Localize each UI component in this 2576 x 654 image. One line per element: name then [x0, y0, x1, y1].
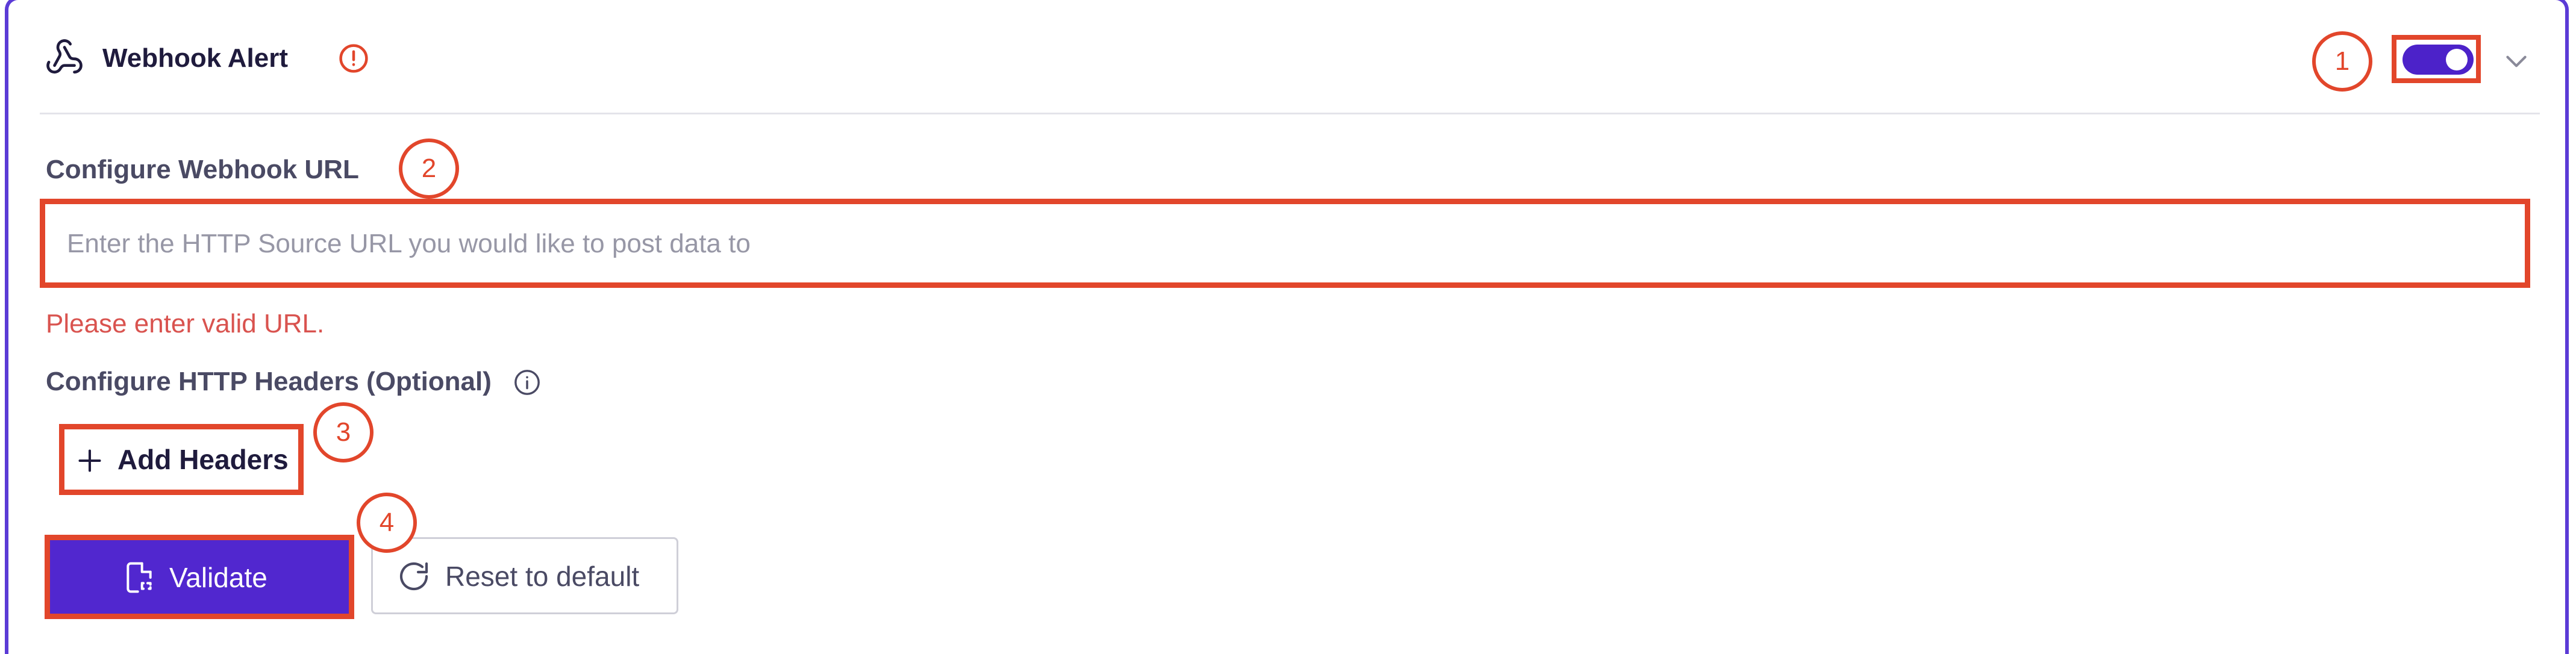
- callout-marker-4: 4: [357, 493, 417, 553]
- webhook-url-field[interactable]: [40, 199, 2530, 288]
- info-icon[interactable]: [513, 369, 541, 396]
- file-check-icon: [127, 562, 152, 593]
- toggle-track: [2402, 45, 2474, 75]
- chevron-down-icon[interactable]: [2501, 46, 2531, 76]
- callout-marker-1: 1: [2312, 31, 2372, 92]
- validate-button[interactable]: Validate: [45, 535, 354, 619]
- validate-label: Validate: [169, 562, 267, 593]
- add-headers-button[interactable]: Add Headers: [59, 424, 304, 495]
- alert-circle-icon: [339, 44, 368, 73]
- card-header: Webhook Alert: [40, 35, 2540, 114]
- plus-icon: [78, 449, 101, 472]
- refresh-icon: [399, 562, 428, 591]
- callout-marker-3: 3: [313, 402, 374, 462]
- url-error-message: Please enter valid URL.: [46, 309, 325, 338]
- callout-marker-2: 2: [399, 139, 459, 199]
- webhook-url-input[interactable]: [55, 211, 2513, 276]
- webhook-url-label: Configure Webhook URL: [46, 155, 359, 184]
- toggle-knob: [2446, 49, 2468, 70]
- webhook-icon: [46, 39, 83, 74]
- add-headers-label: Add Headers: [117, 444, 289, 475]
- enable-toggle[interactable]: [2392, 35, 2481, 83]
- card-title: Webhook Alert: [102, 43, 289, 73]
- reset-label: Reset to default: [445, 561, 640, 592]
- reset-to-default-button[interactable]: Reset to default: [371, 537, 678, 614]
- http-headers-label: Configure HTTP Headers (Optional): [46, 367, 492, 396]
